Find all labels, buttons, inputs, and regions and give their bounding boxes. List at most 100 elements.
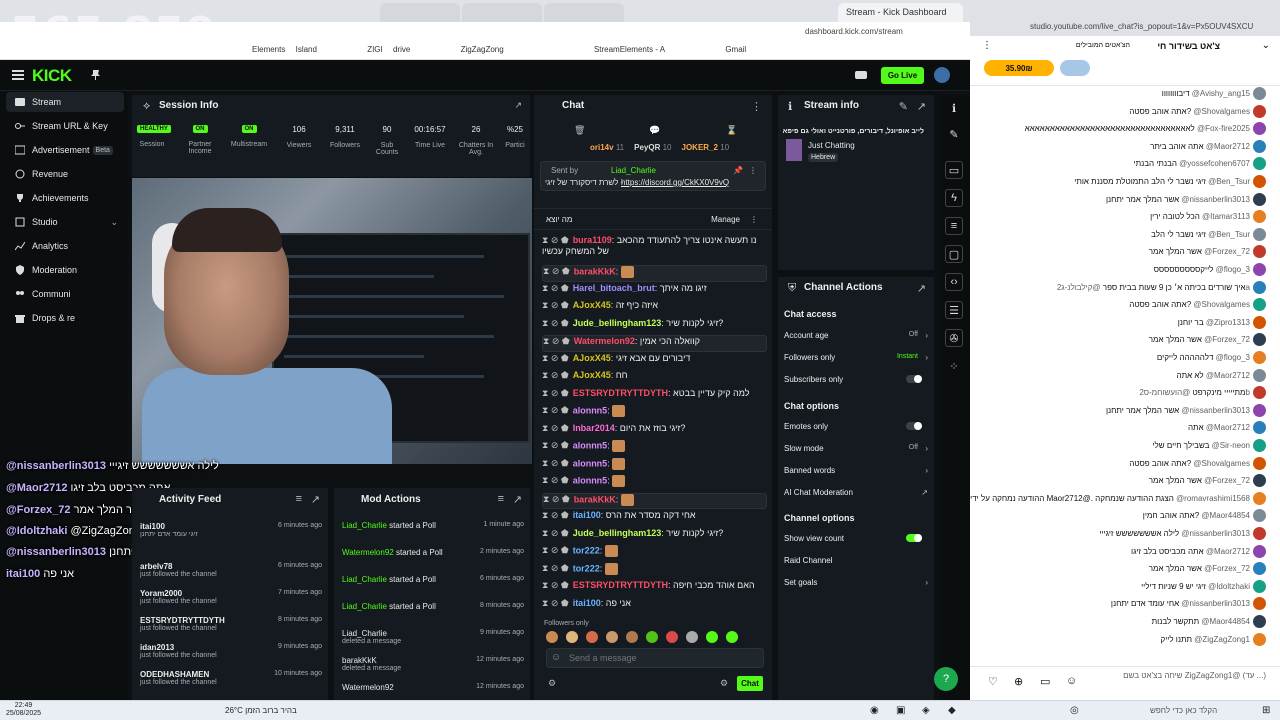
youtube-chat-username[interactable]: @Idoltzhaki bbox=[1208, 582, 1250, 591]
youtube-chat-username[interactable]: @Forzex_72 bbox=[1204, 564, 1250, 573]
chat-username[interactable]: alonnn5 bbox=[573, 475, 608, 485]
avatar[interactable] bbox=[1253, 192, 1266, 206]
avatar[interactable] bbox=[1253, 175, 1266, 188]
youtube-chat-username[interactable]: @nissanberlin3013 bbox=[1181, 599, 1250, 608]
avatar[interactable] bbox=[1253, 122, 1266, 136]
category-name[interactable]: Just Chatting bbox=[808, 141, 855, 150]
chat-username[interactable]: AJoxX45 bbox=[573, 300, 611, 310]
browser-tab[interactable] bbox=[380, 3, 460, 22]
chat-username[interactable]: Inbar2014 bbox=[573, 423, 615, 433]
mod-tools-icon[interactable]: ⧗ ⊘ ⬟ bbox=[542, 475, 569, 485]
chat-username[interactable]: AJoxX45 bbox=[573, 370, 611, 380]
message-icon[interactable]: ▢ bbox=[945, 245, 963, 263]
youtube-chat-username[interactable]: @Avishy_ang15 bbox=[1192, 89, 1250, 98]
youtube-chat-message[interactable]: אתה @Maor2712 bbox=[1188, 423, 1250, 432]
list-icon[interactable]: ≡ bbox=[945, 217, 963, 235]
chat-message[interactable]: ⧗ ⊘ ⬟ alonnn5: bbox=[542, 440, 767, 457]
youtube-chat-message[interactable]: אתה אוהב פסטה? @Shovalgames bbox=[1129, 459, 1250, 468]
chat-message[interactable]: ⧗ ⊘ ⬟ Watermelon92: קוואלה הכי אמין bbox=[542, 335, 767, 352]
chat-username[interactable]: itai100 bbox=[573, 598, 601, 608]
popout-icon[interactable]: ↗ bbox=[917, 282, 926, 295]
sidebar-item-stream-url[interactable]: Stream URL & Key bbox=[6, 116, 124, 136]
chat-username[interactable]: Jude_bellingham123 bbox=[573, 528, 662, 538]
youtube-chat-username[interactable]: @romavrashimi1568 bbox=[1176, 494, 1250, 503]
mod-tools-icon[interactable]: ⧗ ⊘ ⬟ bbox=[542, 580, 569, 590]
bookmark[interactable]: drive bbox=[389, 40, 414, 59]
emote-icon[interactable] bbox=[706, 631, 718, 643]
youtube-chat-message[interactable]: אתה מכביסט בלב זיגו @Maor2712 bbox=[1131, 547, 1250, 556]
youtube-chat-message[interactable]: לאאאאאאאאאאאאאאאאאאאאאאאאאאאאאאאאא @Fox-… bbox=[1025, 124, 1250, 133]
chat-username[interactable]: Watermelon92 bbox=[574, 336, 635, 346]
chat-message[interactable]: ⧗ ⊘ ⬟ Harel_bitoach_brut: זיגו מה איתך bbox=[542, 283, 767, 300]
sidebar-item-achievements[interactable]: Achievements bbox=[6, 188, 124, 208]
youtube-chat-message[interactable]: זיגי נשבר לי הלב @Ben_Tsur bbox=[1151, 230, 1250, 239]
chat-username[interactable]: ESTSRYDTRYTTDYTH bbox=[573, 580, 668, 590]
bookmark[interactable]: Gmail bbox=[721, 40, 750, 59]
avatar[interactable] bbox=[1253, 227, 1266, 241]
bookmark[interactable]: ZIGI bbox=[363, 40, 387, 59]
chat-username[interactable]: ESTSRYDTRYTTDYTH bbox=[573, 388, 668, 398]
more-icon[interactable]: ⋮ bbox=[751, 100, 762, 113]
chat-username[interactable]: alonnn5 bbox=[573, 405, 608, 415]
super-chat-ticker[interactable]: 35.90₪ bbox=[984, 60, 1054, 76]
network-icon[interactable]: ⁘ bbox=[947, 359, 961, 373]
youtube-chat-message[interactable]: לא אתה @Maor2712 bbox=[1177, 371, 1251, 380]
pin-icon[interactable]: 📌 bbox=[733, 166, 743, 175]
youtube-chat-username[interactable]: @Forzex_72 bbox=[1204, 247, 1250, 256]
edit-icon[interactable]: ✎ bbox=[947, 127, 961, 141]
avatar[interactable] bbox=[1253, 632, 1266, 646]
youtube-chat-message[interactable]: דלההההה לייקים @flogo_3 bbox=[1157, 353, 1250, 362]
mod-tools-icon[interactable]: ⧗ ⊘ ⬟ bbox=[543, 266, 570, 276]
youtube-chat-username[interactable]: @Ben_Tsur bbox=[1208, 177, 1250, 186]
youtube-chat-username[interactable]: @Zipro1313 bbox=[1206, 318, 1250, 327]
youtube-chat-username[interactable]: @Ben_Tsur bbox=[1208, 230, 1250, 239]
chat-rail-icon[interactable]: ▭ bbox=[945, 161, 963, 179]
sidebar-item-community[interactable]: Communi bbox=[6, 284, 124, 304]
taskbar-app-icon[interactable]: ◉ bbox=[870, 705, 879, 716]
popout-icon[interactable]: ↗ bbox=[514, 100, 522, 111]
avatar[interactable] bbox=[1253, 579, 1266, 593]
youtube-chat-message[interactable]: אשר המלך אמר @Forzex_72 bbox=[1149, 247, 1250, 256]
popout-icon[interactable]: ↗ bbox=[513, 493, 522, 506]
banned-words-row[interactable]: Banned words › bbox=[784, 466, 928, 475]
windows-start-icon[interactable]: ⊞ bbox=[1262, 705, 1270, 716]
avatar[interactable] bbox=[1253, 263, 1266, 276]
wrench-icon[interactable]: ✇ bbox=[945, 329, 963, 347]
avatar[interactable] bbox=[1253, 315, 1266, 329]
avatar[interactable] bbox=[1253, 245, 1266, 259]
emote-icon[interactable] bbox=[546, 631, 558, 643]
filter-icon[interactable]: ≡ bbox=[296, 493, 302, 505]
chat-username[interactable]: bura1109 bbox=[573, 235, 612, 245]
chat-username[interactable]: Jude_bellingham123 bbox=[573, 318, 662, 328]
sidebar-item-drops[interactable]: Drops & re bbox=[6, 308, 124, 328]
popout-icon[interactable]: ↗ bbox=[917, 100, 926, 113]
browser-tab[interactable] bbox=[462, 3, 542, 22]
mod-tools-icon[interactable]: ⧗ ⊘ ⬟ bbox=[542, 283, 569, 293]
youtube-chat-username[interactable]: @nissanberlin3013 bbox=[1181, 406, 1250, 415]
more-icon[interactable]: ⋮ bbox=[982, 40, 992, 51]
followers-only-row[interactable]: Followers only Instant › bbox=[784, 353, 928, 362]
bookmark[interactable]: StreamElements - A bbox=[590, 40, 669, 59]
sidebar-item-analytics[interactable]: Analytics bbox=[6, 236, 124, 256]
emotes-only-row[interactable]: Emotes only bbox=[784, 422, 928, 431]
youtube-chat-username[interactable]: @Maor44854 bbox=[1201, 617, 1250, 626]
avatar[interactable] bbox=[1253, 298, 1266, 312]
discord-link[interactable]: https://discord.gg/CkKX0V9vQ bbox=[621, 178, 729, 187]
chat-message[interactable]: ⧗ ⊘ ⬟ alonnn5: bbox=[542, 405, 767, 422]
menu-icon[interactable] bbox=[12, 70, 24, 80]
raid-channel-row[interactable]: Raid Channel bbox=[784, 556, 928, 565]
youtube-chat-message[interactable]: לילה אששששששש זיגייי @nissanberlin3013 bbox=[1099, 529, 1250, 538]
youtube-chat-message[interactable]: אשר המלך אמר @Forzex_72 bbox=[1149, 335, 1250, 344]
youtube-chat-message[interactable]: הבנתי הבנתי @yossefcohen6707 bbox=[1134, 159, 1250, 168]
code-icon[interactable]: ‹› bbox=[945, 273, 963, 291]
youtube-chat-message[interactable]: זיגי נשבר לי הלב התמוטלת מסננת אותי @Ben… bbox=[1074, 177, 1250, 186]
youtube-chat-message[interactable]: אתה אוהב חמין? @Maor44854 bbox=[1143, 511, 1250, 520]
mod-tools-icon[interactable]: ⧗ ⊘ ⬟ bbox=[542, 423, 569, 433]
mod-tools-icon[interactable]: ⧗ ⊘ ⬟ bbox=[542, 300, 569, 310]
bookmark[interactable]: Elements bbox=[248, 40, 289, 59]
mod-tools-icon[interactable]: ⧗ ⊘ ⬟ bbox=[542, 405, 569, 415]
chat-message[interactable]: ⧗ ⊘ ⬟ AJoxX45: חח bbox=[542, 370, 767, 387]
hourglass-icon[interactable]: ⌛ bbox=[726, 125, 737, 136]
mod-tools-icon[interactable]: ⧗ ⊘ ⬟ bbox=[543, 336, 570, 346]
youtube-chat-message[interactable]: הכל לטובה ירין @Itamar3113 bbox=[1150, 212, 1250, 221]
